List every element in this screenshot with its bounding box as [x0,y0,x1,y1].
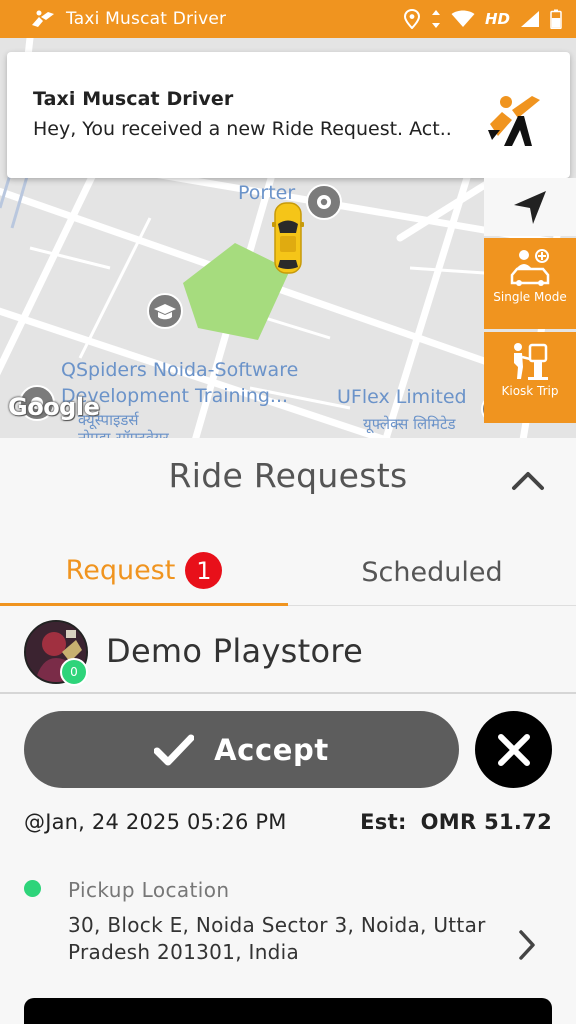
close-icon [497,733,530,766]
chevron-right-icon[interactable] [514,928,540,962]
estimate-value: OMR 51.72 [420,810,552,834]
map-attribution: Google [8,393,100,421]
reject-button[interactable] [475,711,552,788]
single-mode-icon [510,249,550,286]
single-mode-label: Single Mode [493,290,567,304]
sheet-title: Ride Requests [168,456,408,495]
tab-request[interactable]: Request 1 [0,538,288,606]
kiosk-trip-button[interactable]: Kiosk Trip [484,332,576,423]
driver-car-icon [272,202,304,274]
chevron-up-icon[interactable] [508,460,548,500]
pickup-dot-icon [24,880,41,897]
poi-porter[interactable]: Porter [238,181,295,206]
tab-scheduled-label: Scheduled [361,556,503,588]
taxi-logo-icon [488,96,540,146]
tab-scheduled[interactable]: Scheduled [288,538,576,606]
rider-row: 0 Demo Playstore [0,608,576,694]
request-tabs: Request 1 Scheduled [0,538,576,606]
signal-icon [521,11,539,27]
app-taxi-icon [32,10,54,27]
rider-name: Demo Playstore [106,632,364,670]
data-arrows-icon [431,10,440,28]
ride-requests-sheet: Ride Requests Request 1 Scheduled 0 Demo… [0,438,576,1024]
bottom-action-bar[interactable] [24,998,552,1024]
battery-icon [550,9,562,29]
accept-button[interactable]: Accept [24,711,459,788]
navigation-arrow-icon [514,191,546,224]
poi-qspiders-hindi2: नोएडा-सॉफ्टवेयर [78,429,169,438]
kiosk-icon [514,343,548,380]
status-app-name: Taxi Muscat Driver [66,9,227,29]
notification-body: Hey, You received a new Ride Request. Ac… [33,118,452,140]
poi-qspiders-line1[interactable]: QSpiders Noida-Software [61,358,298,383]
location-icon [403,9,420,29]
notification-title: Taxi Muscat Driver [33,88,234,110]
accept-label: Accept [214,732,329,767]
poi-uflex[interactable]: UFlex Limited [337,385,467,410]
request-count-badge: 1 [185,552,223,589]
recenter-button[interactable] [484,178,576,236]
pickup-address[interactable]: 30, Block E, Noida Sector 3, Noida, Utta… [68,912,498,966]
rating-badge: 0 [60,658,88,686]
wifi-icon [451,10,475,27]
app-screen: Taxi Muscat Driver HD Porter QSpiders No… [0,0,576,1024]
single-mode-button[interactable]: Single Mode [484,238,576,329]
school-pin-icon[interactable] [146,292,184,330]
pickup-label: Pickup Location [68,878,230,902]
place-pin-icon[interactable] [305,183,343,221]
poi-uflex-hindi: यूफ्लेक्स लिमिटेड [363,415,456,433]
network-type: HD [484,10,510,28]
push-notification[interactable]: Taxi Muscat Driver Hey, You received a n… [7,52,570,178]
estimate: Est: OMR 51.72 [360,810,552,834]
status-bar: Taxi Muscat Driver HD [0,0,576,38]
tab-request-label: Request [65,555,176,586]
request-datetime: @Jan, 24 2025 05:26 PM [24,810,287,834]
kiosk-trip-label: Kiosk Trip [501,384,559,398]
estimate-label: Est: [360,810,407,834]
checkmark-icon [154,734,195,765]
